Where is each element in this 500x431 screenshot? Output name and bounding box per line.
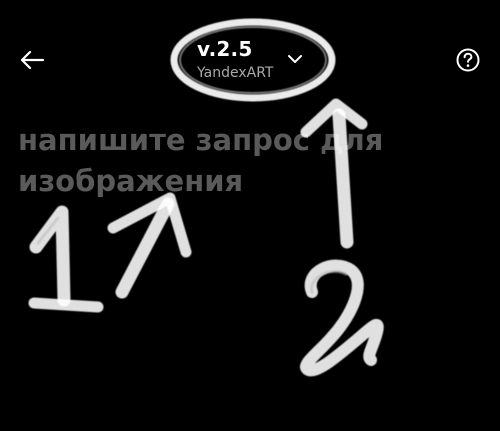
arrow-left-icon (20, 50, 45, 70)
step-1-mark (28, 205, 104, 313)
step-2-mark (300, 259, 384, 377)
model-version-selector[interactable]: v.2.5 YandexART (190, 34, 320, 88)
model-name-label: YandexART (197, 65, 274, 81)
version-label: v.2.5 (197, 37, 253, 61)
chevron-down-icon (288, 55, 302, 63)
prompt-input[interactable]: напишите запрос для изображения (18, 120, 458, 202)
help-button[interactable] (450, 44, 486, 76)
arrow-to-prompt (107, 192, 192, 299)
back-button[interactable] (14, 44, 50, 76)
question-circle-icon (456, 48, 480, 72)
